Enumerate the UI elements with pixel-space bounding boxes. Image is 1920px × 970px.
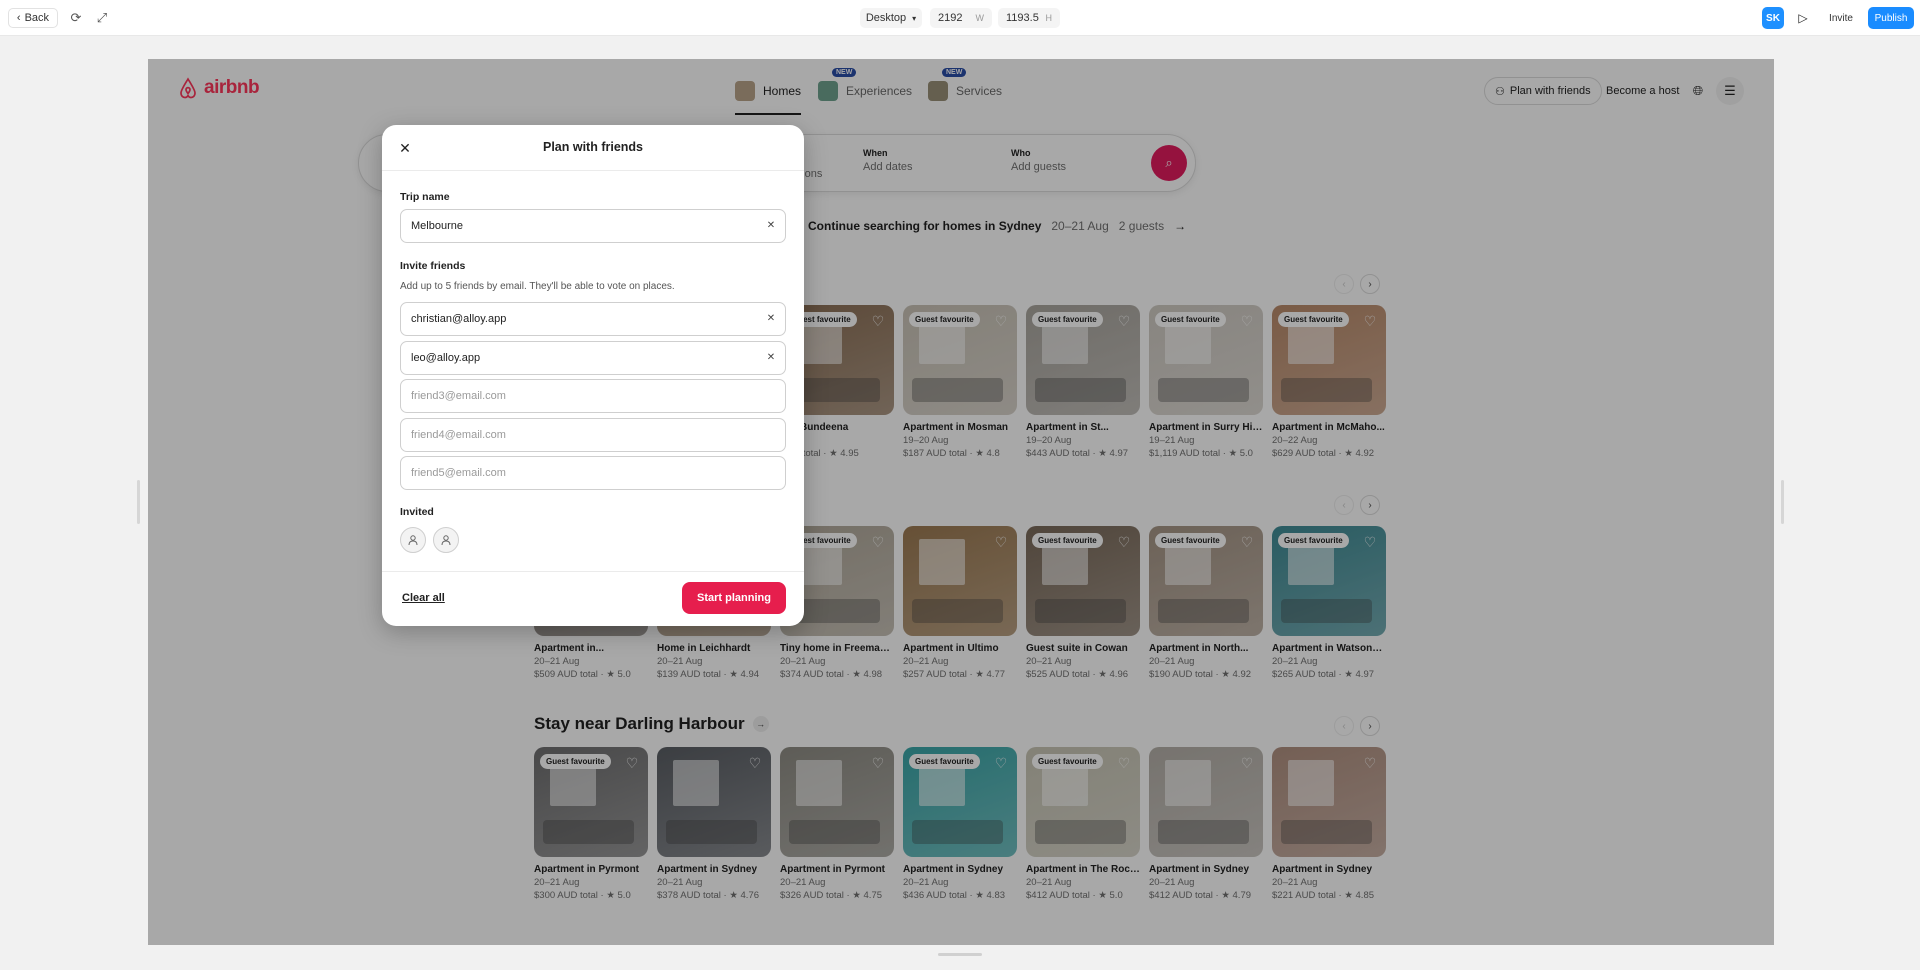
- width-value: 2192: [938, 12, 963, 24]
- friend-email-5[interactable]: [400, 456, 786, 490]
- back-button[interactable]: ‹ Back: [8, 8, 58, 28]
- height-input[interactable]: 1193.5 H: [998, 8, 1060, 28]
- friend-email-2[interactable]: [400, 341, 786, 375]
- width-input[interactable]: 2192 W: [930, 8, 992, 28]
- user-avatar[interactable]: SK: [1762, 7, 1784, 29]
- invited-avatar-1: [400, 527, 426, 553]
- invited-avatar-2: [433, 527, 459, 553]
- invite-friends-help: Add up to 5 friends by email. They'll be…: [400, 281, 675, 292]
- invite-friends-label: Invite friends: [400, 260, 466, 272]
- expand-icon[interactable]: ⤢: [92, 8, 112, 28]
- friend-email-1[interactable]: [400, 302, 786, 336]
- clear-email-1-icon[interactable]: ✕: [764, 312, 778, 326]
- publish-button[interactable]: Publish: [1868, 7, 1914, 29]
- chevron-down-icon: ▾: [912, 13, 917, 23]
- person-icon: [441, 535, 451, 546]
- height-value: 1193.5: [1006, 12, 1039, 24]
- modal-title: Plan with friends: [542, 140, 643, 154]
- friend-email-3[interactable]: [400, 379, 786, 413]
- invited-label: Invited: [400, 506, 434, 518]
- invite-button[interactable]: Invite: [1822, 8, 1860, 28]
- clear-email-2-icon[interactable]: ✕: [764, 351, 778, 365]
- friend-email-4[interactable]: [400, 418, 786, 452]
- trip-name-input[interactable]: [400, 209, 786, 243]
- back-label: Back: [24, 12, 50, 24]
- resize-handle-right[interactable]: [1781, 480, 1784, 524]
- play-icon[interactable]: ▷: [1792, 8, 1814, 28]
- clear-trip-icon[interactable]: ✕: [764, 219, 778, 233]
- chevron-left-icon: ‹: [16, 12, 21, 24]
- resize-handle-left[interactable]: [137, 480, 140, 524]
- trip-name-label: Trip name: [400, 191, 450, 203]
- modal-header: ✕ Plan with friends: [382, 125, 804, 171]
- device-select[interactable]: Desktop ▾: [860, 8, 922, 28]
- start-planning-button[interactable]: Start planning: [682, 582, 786, 614]
- height-unit: H: [1045, 13, 1053, 23]
- resize-handle-bottom[interactable]: [938, 953, 982, 956]
- plan-with-friends-modal: ✕ Plan with friends Trip name ✕ Invite f…: [382, 125, 804, 626]
- editor-toolbar: ‹ Back ⟳ ⤢ Desktop ▾ 2192 W 1193.5 H SK …: [0, 0, 1920, 36]
- width-unit: W: [975, 13, 985, 23]
- clear-all-button[interactable]: Clear all: [402, 592, 445, 604]
- refresh-icon[interactable]: ⟳: [66, 8, 86, 28]
- modal-footer-divider: [382, 571, 804, 572]
- device-value: Desktop: [865, 12, 907, 24]
- person-icon: [408, 535, 418, 546]
